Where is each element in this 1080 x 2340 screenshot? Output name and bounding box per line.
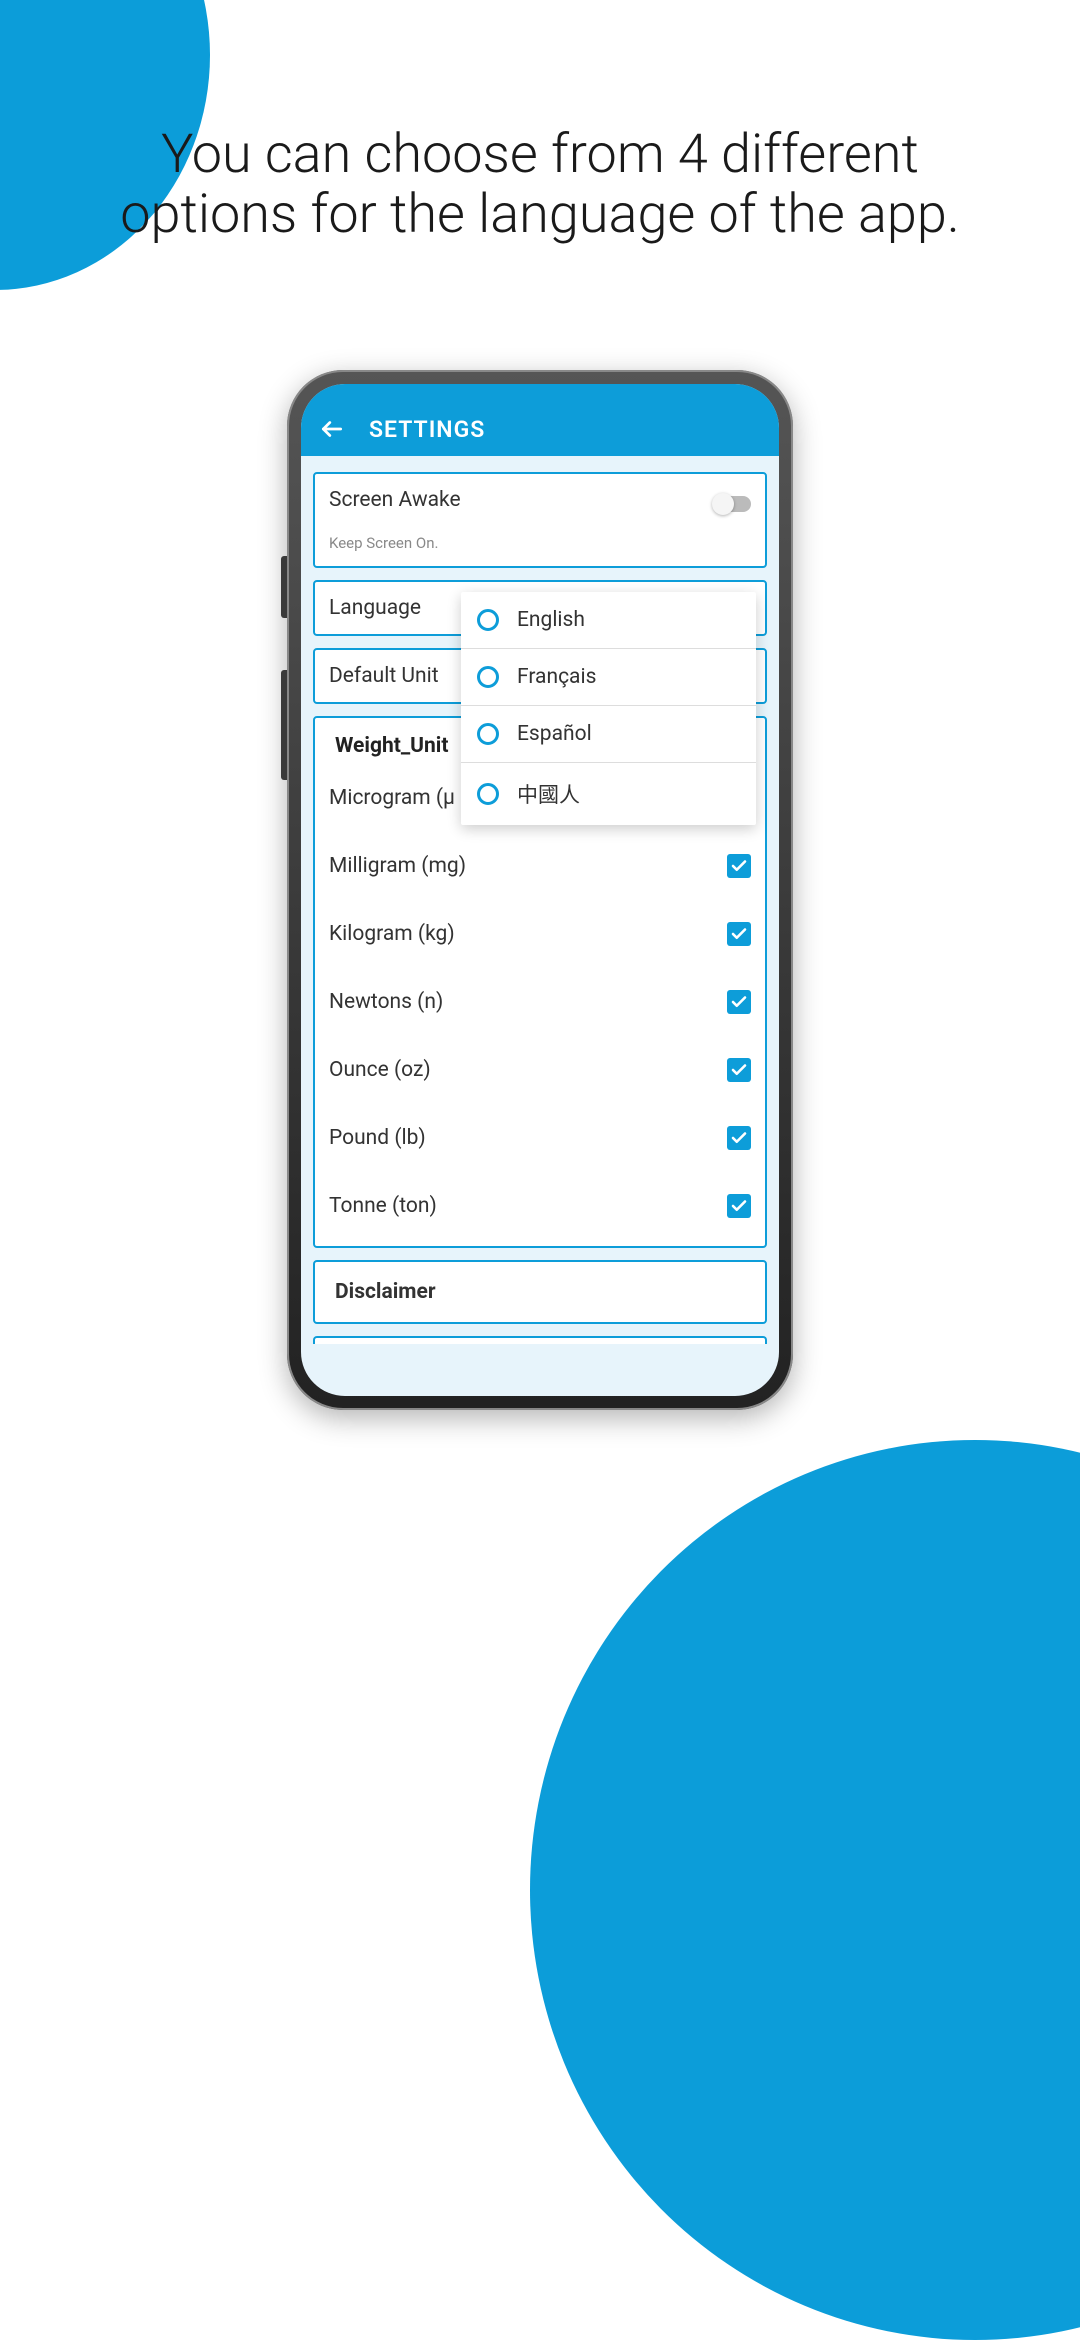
decorative-blob-bottom [530, 1440, 1080, 2340]
radio-icon [477, 666, 499, 688]
language-option-chinese[interactable]: 中國人 [461, 763, 756, 825]
page-title: SETTINGS [369, 416, 485, 443]
screen-awake-card: Screen Awake Keep Screen On. [313, 472, 767, 568]
language-option-espanol[interactable]: Español [461, 706, 756, 763]
partial-card [313, 1336, 767, 1344]
unit-label: Ounce (oz) [329, 1058, 431, 1082]
screen-awake-subtitle: Keep Screen On. [329, 534, 461, 552]
back-arrow-icon[interactable] [319, 416, 345, 442]
phone-mockup: SETTINGS Screen Awake Keep Screen On. La… [287, 370, 793, 1410]
radio-icon [477, 723, 499, 745]
language-option-francais[interactable]: Français [461, 649, 756, 706]
unit-checkbox[interactable] [727, 1126, 751, 1150]
unit-row: Pound (lb) [329, 1126, 751, 1150]
phone-screen: SETTINGS Screen Awake Keep Screen On. La… [301, 384, 779, 1396]
disclaimer-title: Disclaimer [335, 1280, 751, 1304]
screen-awake-title: Screen Awake [329, 488, 461, 512]
unit-row: Kilogram (kg) [329, 922, 751, 946]
unit-label: Newtons (n) [329, 990, 443, 1014]
unit-label: Milligram (mg) [329, 854, 466, 878]
radio-icon [477, 609, 499, 631]
status-bar [301, 384, 779, 402]
unit-row: Newtons (n) [329, 990, 751, 1014]
phone-button [281, 670, 287, 780]
unit-checkbox[interactable] [727, 990, 751, 1014]
screen-awake-switch[interactable] [713, 496, 751, 512]
unit-label: Pound (lb) [329, 1126, 426, 1150]
radio-icon [477, 783, 499, 805]
unit-label: Kilogram (kg) [329, 922, 455, 946]
hero-text: You can choose from 4 different options … [0, 125, 1080, 246]
app-header: SETTINGS [301, 402, 779, 456]
unit-checkbox[interactable] [727, 1194, 751, 1218]
unit-row: Tonne (ton) [329, 1194, 751, 1218]
language-option-label: Español [517, 722, 592, 746]
unit-label: Microgram (µ [329, 786, 455, 810]
disclaimer-card[interactable]: Disclaimer [313, 1260, 767, 1324]
unit-checkbox[interactable] [727, 854, 751, 878]
language-option-label: 中國人 [517, 779, 580, 809]
language-dropdown: English Français Español 中國人 [461, 592, 756, 825]
unit-row: Ounce (oz) [329, 1058, 751, 1082]
unit-label: Tonne (ton) [329, 1194, 437, 1218]
language-option-label: Français [517, 665, 596, 689]
unit-checkbox[interactable] [727, 922, 751, 946]
unit-row: Milligram (mg) [329, 854, 751, 878]
language-option-label: English [517, 608, 585, 632]
phone-button [281, 556, 287, 618]
unit-checkbox[interactable] [727, 1058, 751, 1082]
language-option-english[interactable]: English [461, 592, 756, 649]
